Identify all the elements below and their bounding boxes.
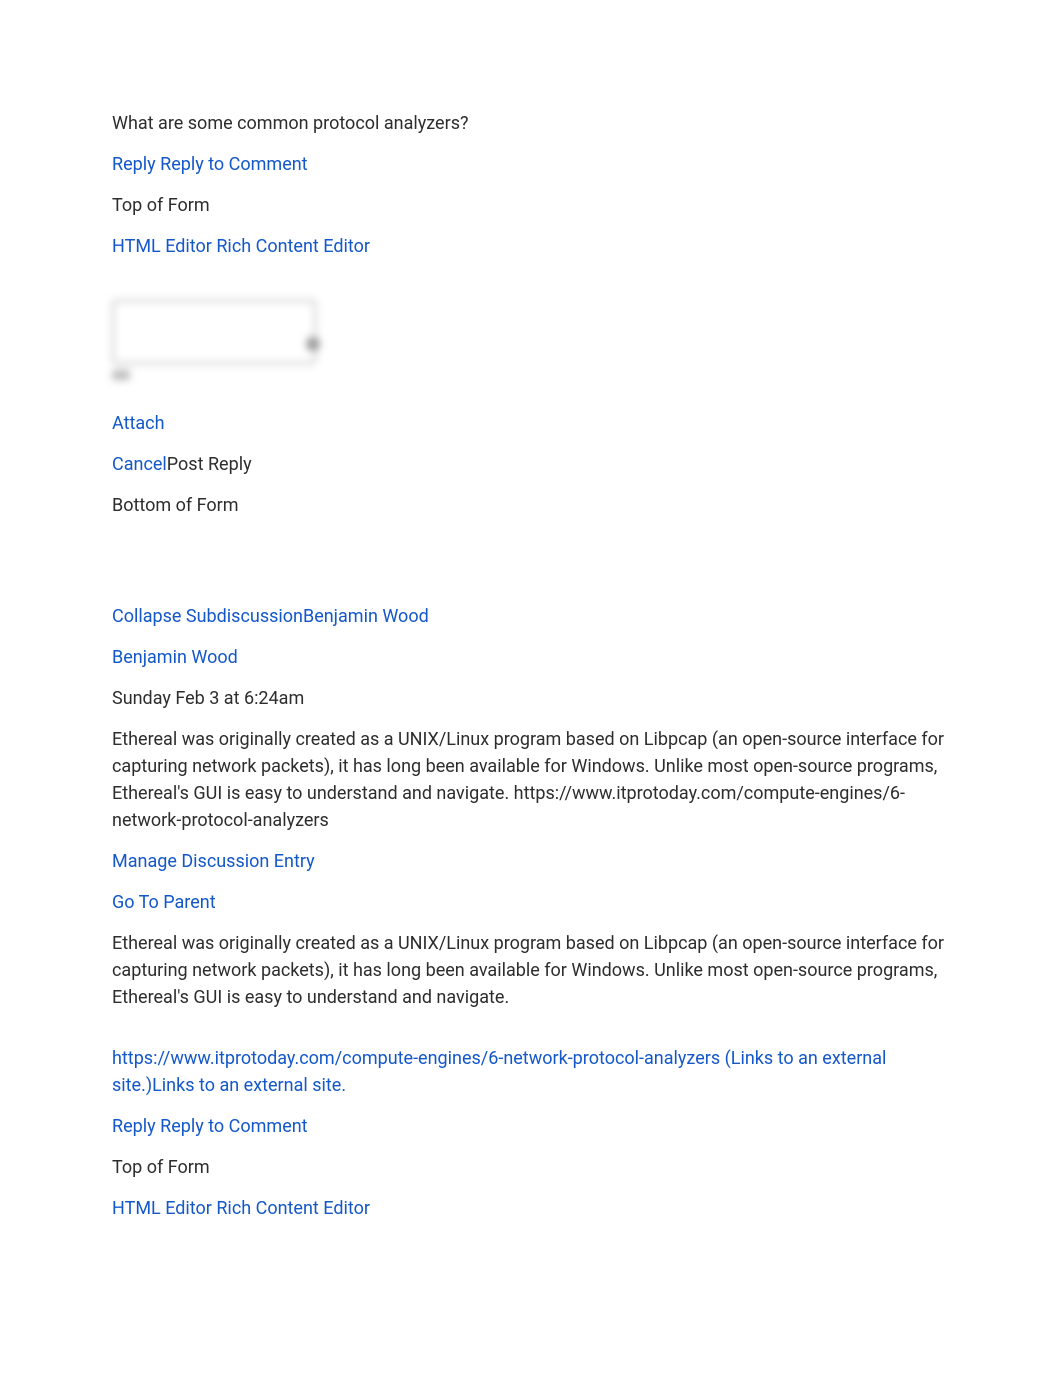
- reply-link-2[interactable]: Reply Reply to Comment: [112, 1116, 308, 1137]
- cancel-link[interactable]: Cancel: [112, 454, 167, 475]
- external-link[interactable]: https://www.itprotoday.com/compute-engin…: [112, 1048, 886, 1096]
- editor-frame[interactable]: [112, 300, 316, 364]
- reply-link[interactable]: Reply Reply to Comment: [112, 154, 308, 175]
- go-to-parent-link[interactable]: Go To Parent: [112, 892, 216, 913]
- collapse-subdiscussion-link[interactable]: Collapse Subdiscussion: [112, 606, 303, 627]
- top-of-form-label-2: Top of Form: [112, 1154, 950, 1181]
- bottom-of-form-label: Bottom of Form: [112, 492, 950, 519]
- discussion-page: What are some common protocol analyzers?…: [0, 0, 1062, 1296]
- author-link[interactable]: Benjamin Wood: [112, 647, 238, 668]
- author-inline-link[interactable]: Benjamin Wood: [303, 606, 429, 627]
- attach-link[interactable]: Attach: [112, 413, 165, 434]
- manage-entry-link[interactable]: Manage Discussion Entry: [112, 851, 315, 872]
- html-editor-link[interactable]: HTML Editor: [112, 236, 212, 257]
- comment-body-2: Ethereal was originally created as a UNI…: [112, 930, 950, 1011]
- html-editor-link-2[interactable]: HTML Editor: [112, 1198, 212, 1219]
- comment-body-1: Ethereal was originally created as a UNI…: [112, 726, 950, 834]
- editor-preview: [112, 300, 312, 390]
- rich-content-editor-link-2[interactable]: Rich Content Editor: [216, 1198, 370, 1219]
- rich-content-editor-link[interactable]: Rich Content Editor: [216, 236, 370, 257]
- post-reply-button[interactable]: Post Reply: [167, 454, 252, 475]
- question-text: What are some common protocol analyzers?: [112, 110, 950, 137]
- timestamp: Sunday Feb 3 at 6:24am: [112, 685, 950, 712]
- top-of-form-label: Top of Form: [112, 192, 950, 219]
